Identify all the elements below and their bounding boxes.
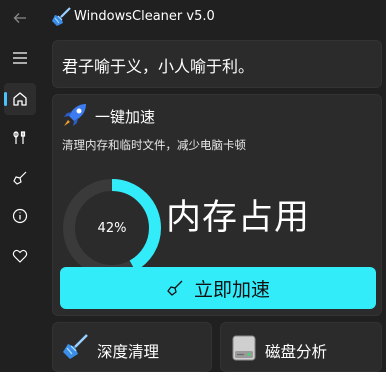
nav-item-tools[interactable] (4, 122, 36, 154)
info-icon (12, 208, 28, 224)
nav-item-home[interactable] (4, 83, 36, 115)
home-icon (13, 92, 27, 106)
memory-usage-label: 内存占用 (166, 198, 311, 238)
memory-percent: 42% (97, 220, 127, 236)
nav-item-favorite[interactable] (4, 240, 36, 272)
broom-icon (167, 280, 183, 296)
nav-item-about[interactable] (4, 200, 36, 232)
hard-drive-icon (232, 335, 256, 361)
heart-icon (12, 249, 28, 263)
back-button[interactable] (4, 2, 36, 34)
back-arrow-icon (13, 13, 26, 23)
hamburger-menu-icon (13, 52, 27, 64)
motto-text: 君子喻于义，小人喻于利。 (62, 57, 255, 76)
title-bar: WindowsCleaner v5.0 (44, 0, 386, 36)
boost-card: 一键加速 清理内存和临时文件，减少电脑卡顿 42% 内存占用 立即加速 (52, 94, 382, 316)
app-logo-icon (52, 7, 71, 26)
boost-description: 清理内存和临时文件，减少电脑卡顿 (62, 138, 246, 152)
memory-gauge: 42% (59, 175, 165, 281)
boost-now-button[interactable]: 立即加速 (60, 267, 376, 309)
motto-card: 君子喻于义，小人喻于利。 (52, 40, 382, 88)
disk-analysis-label: 磁盘分析 (265, 343, 328, 361)
deep-clean-card[interactable]: 深度清理 (52, 322, 212, 372)
boost-title: 一键加速 (95, 108, 156, 126)
boost-now-label: 立即加速 (193, 278, 270, 301)
nav-item-clean[interactable] (4, 162, 36, 194)
disk-analysis-card[interactable]: 磁盘分析 (220, 322, 382, 372)
clean-brush-icon (63, 334, 88, 359)
app-title: WindowsCleaner v5.0 (74, 9, 215, 24)
tools-icon (13, 131, 26, 144)
nav-rail (0, 0, 40, 364)
menu-button[interactable] (4, 42, 36, 74)
deep-clean-label: 深度清理 (97, 343, 160, 361)
rocket-icon (64, 104, 86, 126)
broom-icon (13, 171, 27, 185)
